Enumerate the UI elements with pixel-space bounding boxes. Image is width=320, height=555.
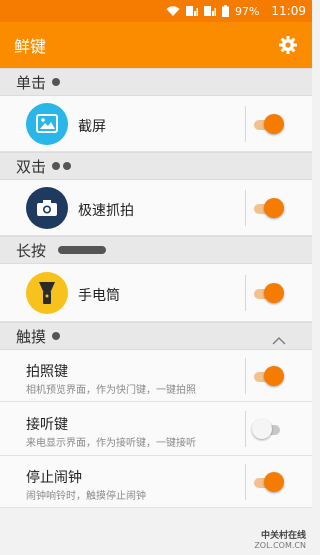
alarm-toggle[interactable]: [254, 472, 284, 492]
action-row-flashlight[interactable]: 手电筒: [0, 264, 312, 322]
screenshot-app-icon: [26, 103, 68, 145]
flashlight-toggle[interactable]: [254, 283, 284, 303]
clock: 11:09: [271, 4, 306, 18]
setting-row-answer[interactable]: 接听键 来电显示界面，作为接听键，一键接听: [0, 402, 312, 456]
watermark-site: ZOL.COM.CN: [254, 541, 306, 550]
setting-title: 接听键: [26, 417, 68, 433]
section-touch[interactable]: 触摸: [0, 322, 312, 350]
answer-toggle[interactable]: [252, 419, 282, 439]
divider: [245, 411, 246, 447]
action-label: 极速抓拍: [78, 203, 134, 219]
status-bar: 97% 11:09: [0, 0, 312, 22]
camera-toggle[interactable]: [254, 198, 284, 218]
setting-title: 停止闹钟: [26, 470, 82, 486]
watermark: 中关村在线 ZOL.COM.CN: [254, 531, 306, 551]
section-label: 长按: [16, 241, 47, 260]
page-title: 鲜键: [14, 37, 47, 56]
action-row-camera[interactable]: 极速抓拍: [0, 180, 312, 236]
shutter-toggle[interactable]: [254, 366, 284, 386]
divider: [245, 106, 246, 142]
screenshot-toggle[interactable]: [254, 114, 284, 134]
battery-percent: 97%: [234, 4, 260, 18]
setting-subtitle: 闹钟响铃时，触摸停止闹钟: [26, 491, 146, 502]
setting-row-alarm[interactable]: 停止闹钟 闹钟响铃时，触摸停止闹钟: [0, 456, 312, 508]
section-label: 双击: [16, 157, 47, 176]
setting-subtitle: 相机预览界面，作为快门键，一键拍照: [26, 385, 196, 396]
setting-subtitle: 来电显示界面，作为接听键，一键接听: [26, 438, 196, 449]
watermark-brand: 中关村在线: [260, 531, 306, 541]
double-dot-indicator: [52, 162, 61, 170]
long-press-indicator: [58, 246, 107, 254]
section-long-press: 长按: [0, 236, 312, 264]
section-label: 单击: [16, 73, 47, 92]
sim-signal-icon: [203, 5, 216, 17]
setting-row-shutter[interactable]: 拍照键 相机预览界面，作为快门键，一键拍照: [0, 350, 312, 402]
touch-dot-indicator: [52, 332, 61, 340]
sim-signal-icon: [185, 5, 198, 17]
action-label: 手电筒: [78, 288, 120, 304]
section-label: 触摸: [16, 327, 47, 346]
section-double-click: 双击: [0, 152, 312, 180]
divider: [245, 190, 246, 226]
wifi-icon: [166, 5, 180, 17]
divider: [245, 275, 246, 311]
app-bar: 鲜键: [0, 22, 312, 68]
collapse-chevron-up-icon[interactable]: [272, 331, 286, 349]
divider: [245, 464, 246, 500]
double-dot-indicator: [63, 162, 72, 170]
setting-title: 拍照键: [26, 364, 68, 380]
camera-app-icon: [26, 187, 68, 229]
settings-gear-icon[interactable]: [278, 35, 298, 55]
battery-icon: [221, 5, 229, 17]
divider: [245, 358, 246, 394]
flashlight-app-icon: [26, 272, 68, 314]
action-row-screenshot[interactable]: 截屏: [0, 96, 312, 152]
single-dot-indicator: [52, 78, 61, 86]
section-single-click: 单击: [0, 68, 312, 96]
action-label: 截屏: [78, 119, 106, 135]
